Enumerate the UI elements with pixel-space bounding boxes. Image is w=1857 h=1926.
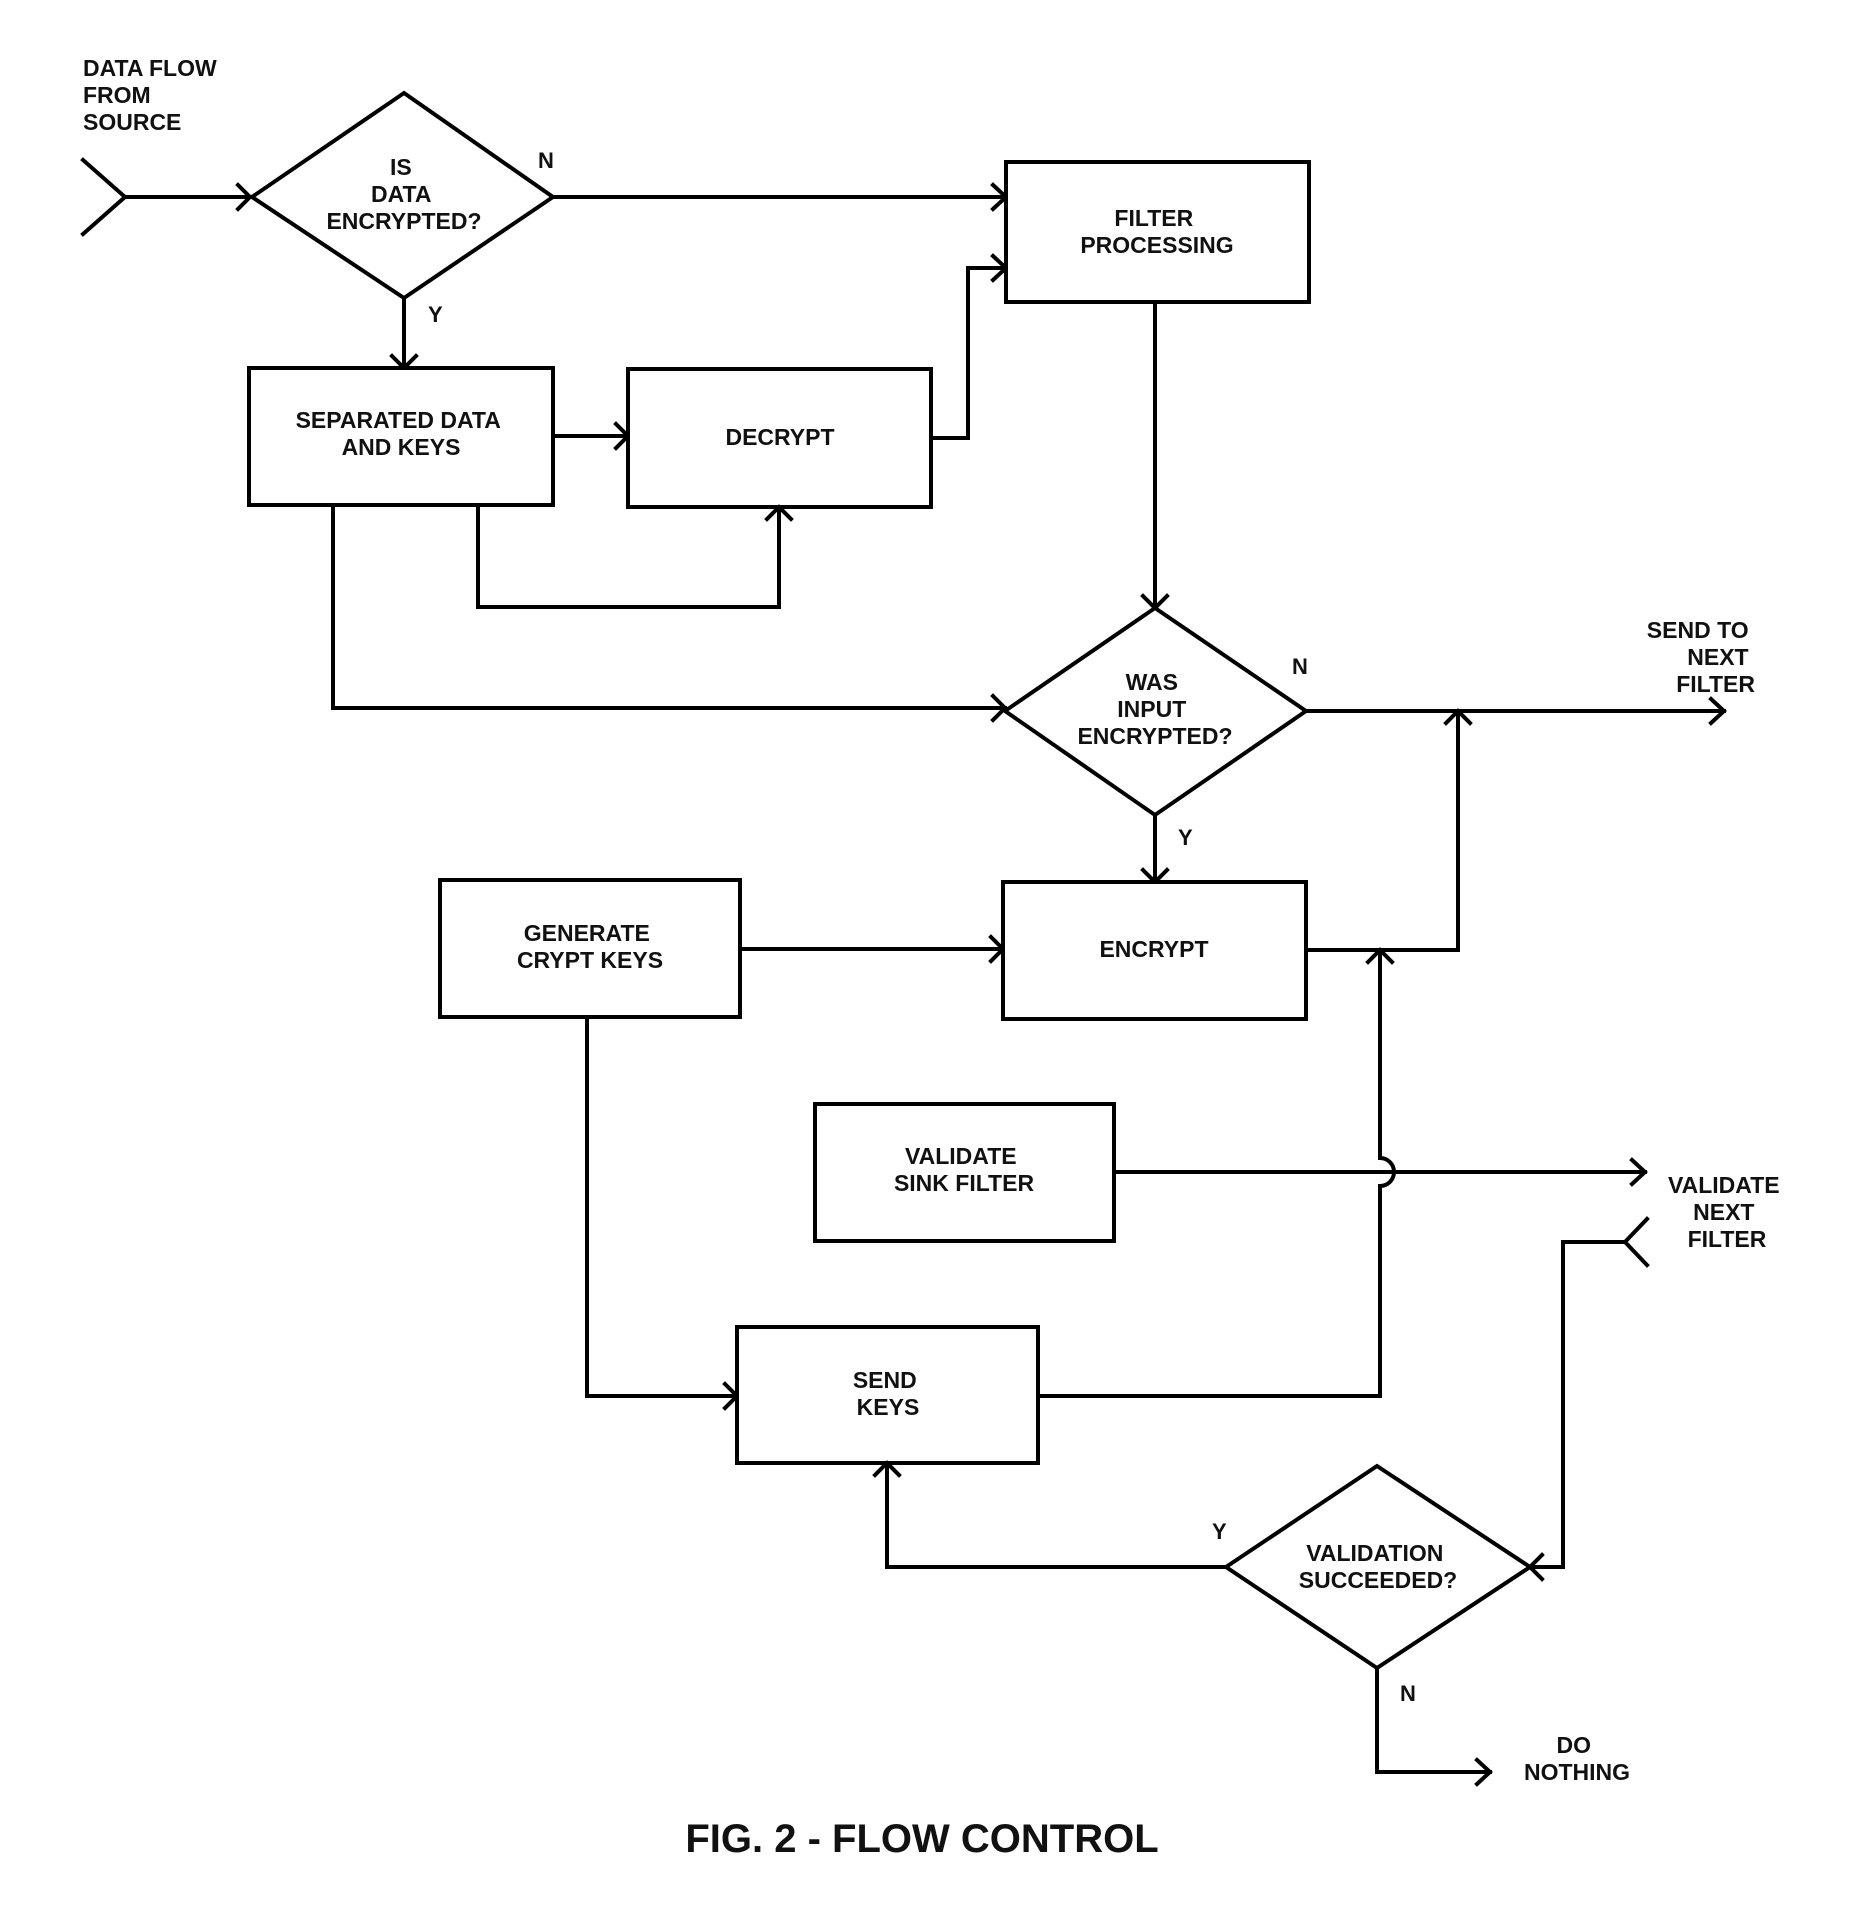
connector-generate-to-send-keys	[585, 1015, 739, 1398]
source-terminal-icon	[80, 157, 129, 237]
connector-decision3-no-to-do-nothing	[1375, 1666, 1492, 1774]
branch-yes-label: Y	[1212, 1519, 1227, 1544]
source-label: DATA FLOW FROM SOURCE	[83, 55, 223, 135]
do-nothing-label: DO NOTHING	[1524, 1732, 1630, 1785]
branch-yes-label: Y	[1178, 825, 1193, 850]
connector-encrypt-to-send-next	[1304, 709, 1460, 952]
process-decrypt-label: DECRYPT	[725, 424, 834, 450]
figure-title: FIG. 2 - FLOW CONTROL	[685, 1817, 1158, 1861]
process-validate-sink-label: VALIDATE SINK FILTER	[894, 1143, 1035, 1196]
connector-decrypt-to-filter	[929, 266, 1008, 440]
validate-next-filter-label: VALIDATE NEXT FILTER	[1668, 1172, 1786, 1252]
connector-decision3-yes-to-send-keys	[885, 1461, 1228, 1569]
send-next-filter-label: SEND TO NEXT FILTER	[1647, 617, 1756, 697]
connector-keys-to-decrypt	[476, 503, 781, 609]
process-encrypt-label: ENCRYPT	[1099, 936, 1208, 962]
branch-yes-label: Y	[428, 302, 443, 327]
process-send-keys-label: SEND KEYS	[853, 1367, 923, 1420]
branch-no-label: N	[538, 148, 554, 173]
flow-control-diagram: DATA FLOW FROM SOURCE IS DATA ENCRYPTED?…	[80, 55, 1786, 1861]
validate-next-terminal-icon	[1622, 1216, 1650, 1268]
decision-validation-succeeded-label: VALIDATION SUCCEEDED?	[1299, 1540, 1457, 1593]
branch-no-label: N	[1292, 654, 1308, 679]
connector-validate-next-to-decision3	[1528, 1240, 1627, 1569]
process-generate-label: GENERATE CRYPT KEYS	[517, 920, 663, 973]
branch-no-label: N	[1400, 1681, 1416, 1706]
